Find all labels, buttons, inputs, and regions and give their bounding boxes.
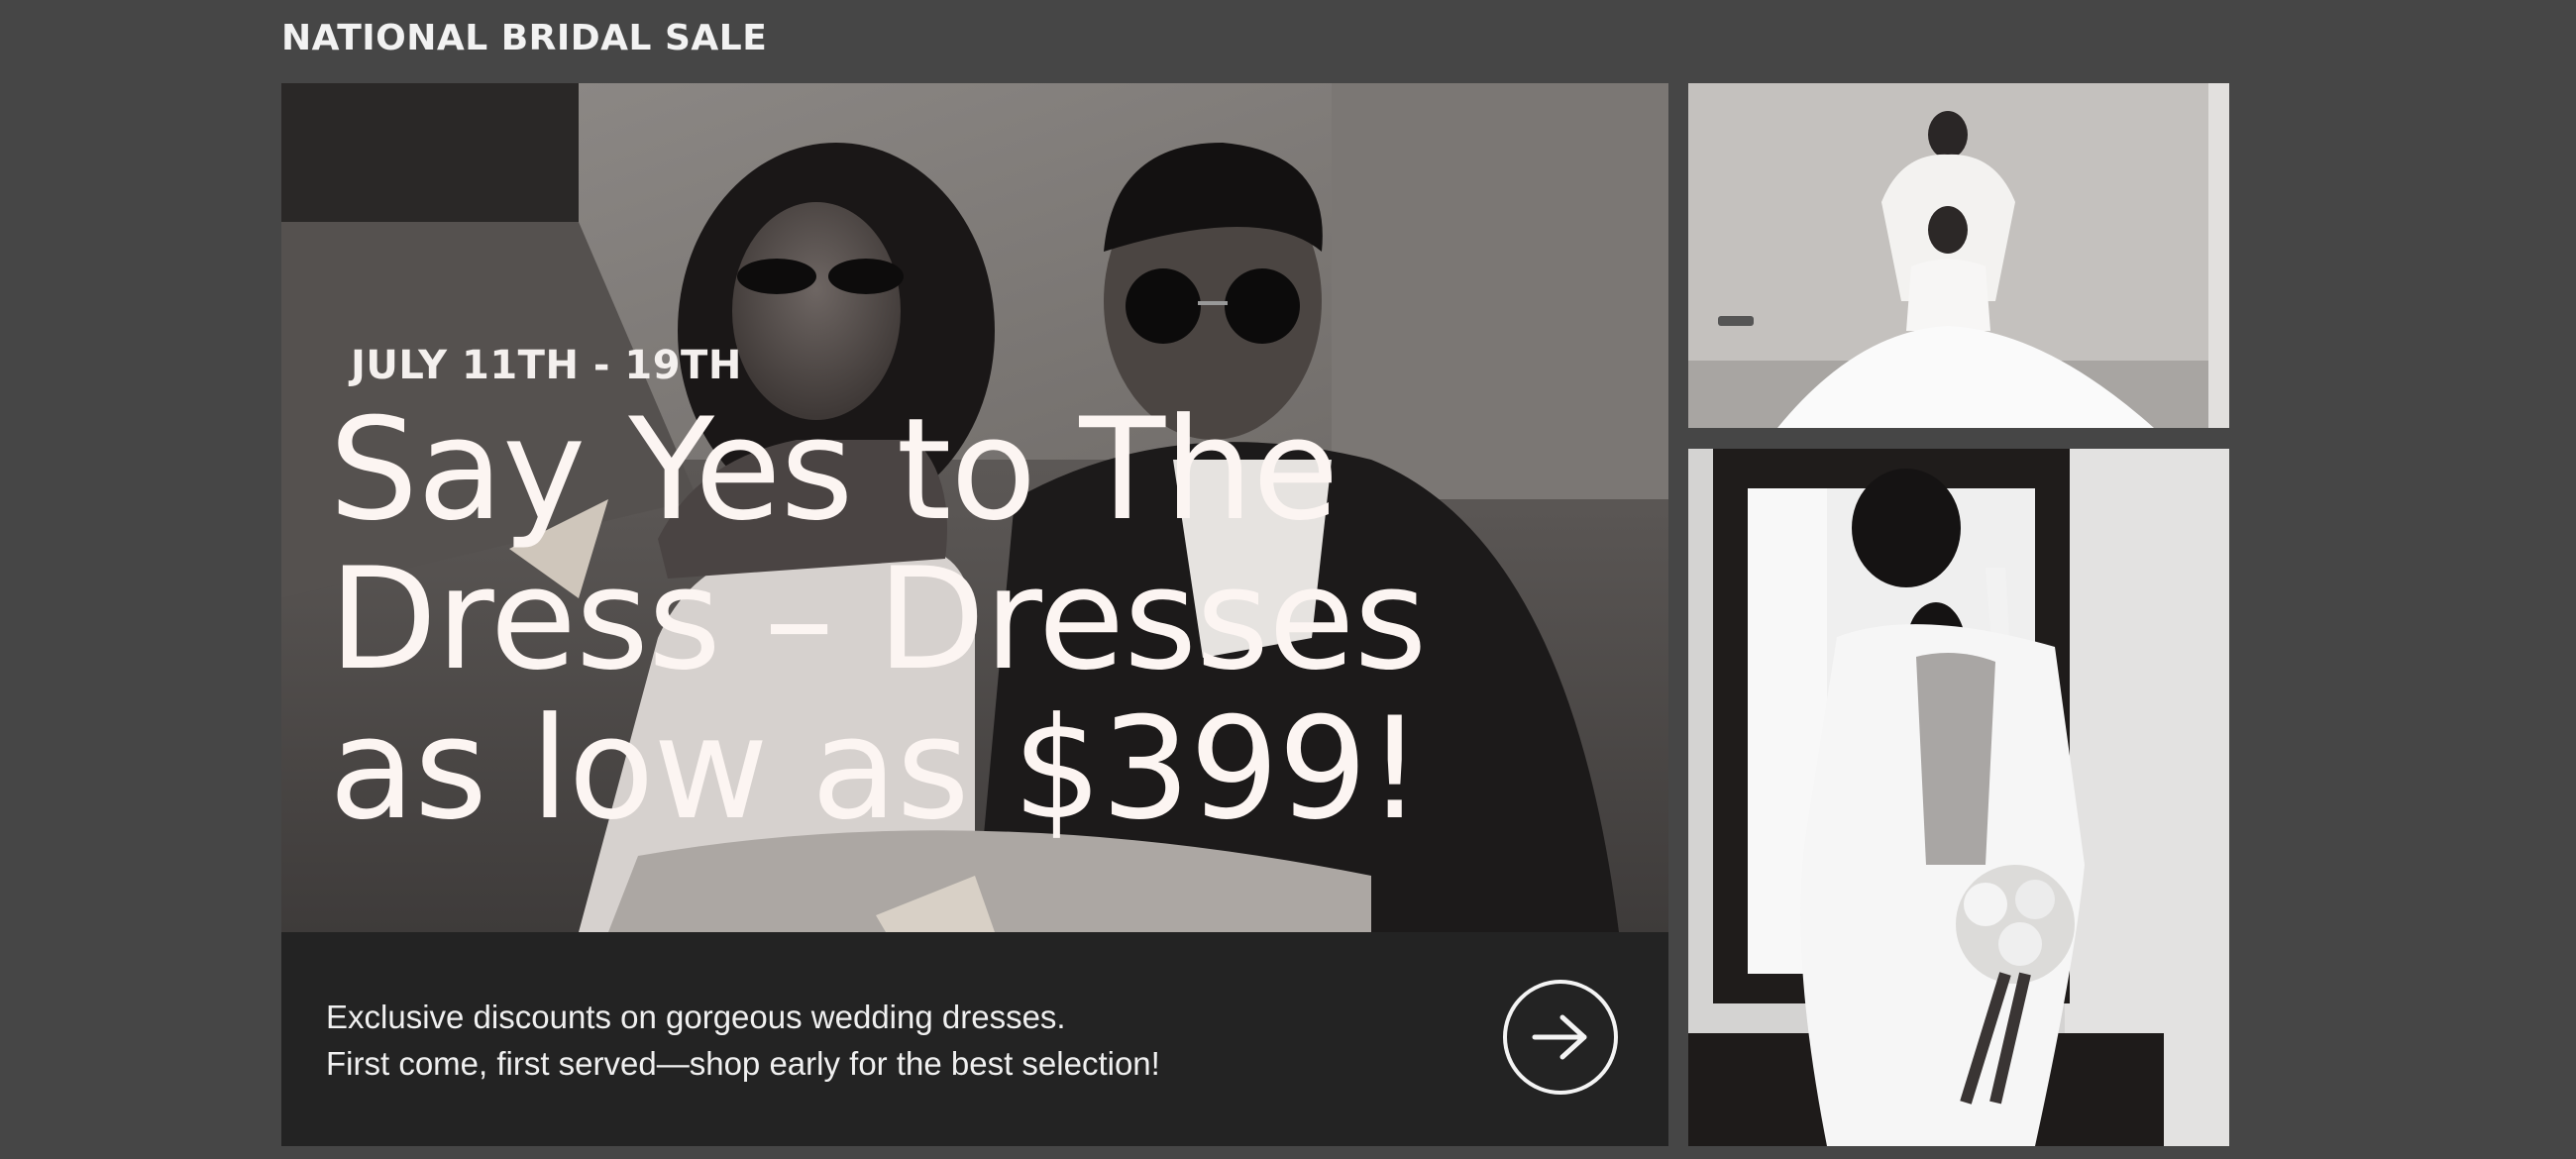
hero-heading: Say Yes to The Dress – Dresses as low as… [329, 395, 1617, 844]
hero-description: Exclusive discounts on gorgeous wedding … [326, 994, 1160, 1087]
arrow-right-icon [1532, 1014, 1587, 1060]
sale-dates: JULY 11TH - 19TH [351, 343, 742, 388]
hero-description-line: First come, first served—shop early for … [326, 1045, 1160, 1082]
hero-heading-line: Dress – Dresses [329, 538, 1427, 701]
hero-heading-line: Say Yes to The [329, 388, 1339, 552]
section-title: NATIONAL BRIDAL SALE [281, 18, 768, 58]
hero-banner[interactable]: JULY 11TH - 19TH Say Yes to The Dress – … [281, 83, 1668, 1146]
bride-bouquet-image[interactable] [1688, 449, 2229, 1146]
hero-heading-line: as low as $399! [329, 687, 1423, 851]
hero-footer: Exclusive discounts on gorgeous wedding … [281, 932, 1668, 1146]
shop-now-arrow-button[interactable] [1503, 980, 1618, 1095]
hero-description-line: Exclusive discounts on gorgeous wedding … [326, 999, 1066, 1035]
bridal-gown-image-top[interactable] [1688, 83, 2229, 428]
